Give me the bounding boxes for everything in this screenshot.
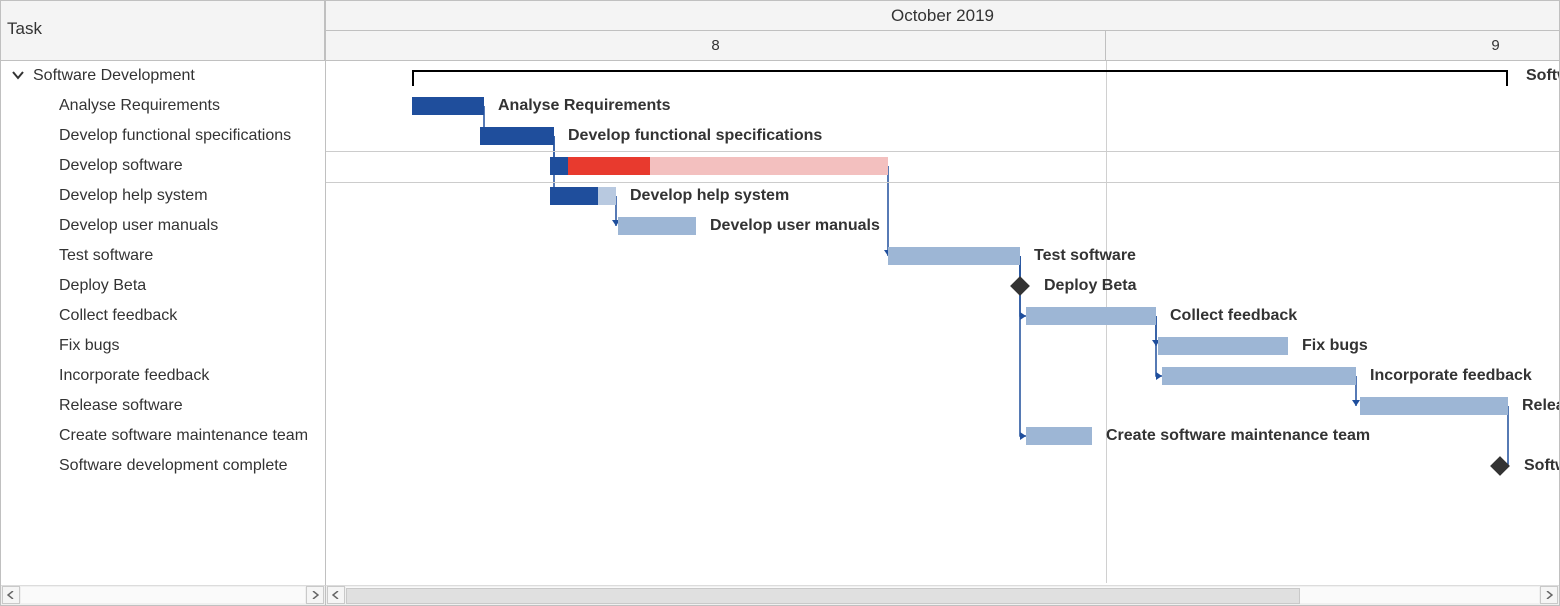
task-bar[interactable] bbox=[888, 247, 1020, 265]
scrollbar-track[interactable] bbox=[346, 587, 1539, 603]
bar-label: Create software maintenance team bbox=[1106, 427, 1370, 445]
timeline-header: October 2019 89 bbox=[326, 1, 1559, 61]
task-bar[interactable] bbox=[650, 157, 786, 175]
task-bar[interactable] bbox=[1162, 367, 1356, 385]
scroll-right-button[interactable] bbox=[1540, 586, 1558, 604]
scrollbar-thumb[interactable] bbox=[346, 588, 1300, 604]
bar-label: Develop help system bbox=[630, 187, 789, 205]
bar-label: Deploy Beta bbox=[1044, 277, 1136, 295]
task-bar[interactable] bbox=[1360, 397, 1508, 415]
tree-root[interactable]: Software Development bbox=[1, 61, 325, 91]
bar-label: Test software bbox=[1034, 247, 1136, 265]
tree-item[interactable]: Develop software bbox=[1, 151, 325, 181]
task-bar[interactable] bbox=[412, 97, 484, 115]
tree-item[interactable]: Incorporate feedback bbox=[1, 361, 325, 391]
task-bar[interactable] bbox=[1026, 307, 1156, 325]
task-bar[interactable] bbox=[550, 157, 568, 175]
task-panel: Task Software Development Analyse Require… bbox=[1, 1, 325, 605]
bar-label: Develop functional specifications bbox=[568, 127, 822, 145]
bar-label: Analyse Requirements bbox=[498, 97, 671, 115]
task-bar[interactable] bbox=[786, 157, 888, 175]
task-bar[interactable] bbox=[480, 127, 554, 145]
bar-label: Incorporate feedback bbox=[1370, 367, 1532, 385]
tree-item[interactable]: Deploy Beta bbox=[1, 271, 325, 301]
timeline-panel: October 2019 89 Software Development Anal… bbox=[325, 1, 1559, 605]
summary-bar[interactable] bbox=[412, 70, 1508, 82]
tree-item[interactable]: Software development complete bbox=[1, 451, 325, 481]
chevron-down-icon bbox=[11, 68, 25, 82]
tree-item[interactable]: Develop functional specifications bbox=[1, 121, 325, 151]
task-bar[interactable] bbox=[568, 157, 650, 175]
task-bar[interactable] bbox=[1026, 427, 1092, 445]
tree-item[interactable]: Release software bbox=[1, 391, 325, 421]
task-header: Task bbox=[1, 1, 325, 61]
chart-body[interactable]: Software Development Analyse Requirements… bbox=[326, 61, 1559, 583]
milestone[interactable] bbox=[1010, 276, 1030, 296]
tree-item[interactable]: Create software maintenance team bbox=[1, 421, 325, 451]
tree-item[interactable]: Develop help system bbox=[1, 181, 325, 211]
scrollbar-track[interactable] bbox=[21, 587, 305, 603]
bar-label: Software development complete bbox=[1524, 457, 1559, 475]
day-header: 9 bbox=[1106, 31, 1560, 61]
tree-item[interactable]: Develop user manuals bbox=[1, 211, 325, 241]
milestone[interactable] bbox=[1490, 456, 1510, 476]
timeline-scrollbar[interactable] bbox=[325, 585, 1559, 605]
task-bar[interactable] bbox=[1158, 337, 1288, 355]
tree-item[interactable]: Analyse Requirements bbox=[1, 91, 325, 121]
timeline-header-top: October 2019 bbox=[326, 1, 1559, 31]
task-panel-scrollbar[interactable] bbox=[1, 585, 325, 605]
task-bar[interactable] bbox=[618, 217, 696, 235]
gantt-chart: Task Software Development Analyse Require… bbox=[0, 0, 1560, 606]
timeline-header-days: 89 bbox=[326, 31, 1559, 61]
tree-root-label: Software Development bbox=[33, 67, 195, 84]
scroll-left-button[interactable] bbox=[2, 586, 20, 604]
task-bar[interactable] bbox=[598, 187, 616, 205]
tree-item[interactable]: Collect feedback bbox=[1, 301, 325, 331]
task-bar[interactable] bbox=[550, 187, 598, 205]
scroll-right-button[interactable] bbox=[306, 586, 324, 604]
bar-label: Fix bugs bbox=[1302, 337, 1368, 355]
bar-label: Release software bbox=[1522, 397, 1559, 415]
task-tree: Software Development Analyse Requirements… bbox=[1, 61, 325, 481]
tree-item[interactable]: Test software bbox=[1, 241, 325, 271]
bar-label: Develop user manuals bbox=[710, 217, 880, 235]
bar-label: Software Development bbox=[1526, 67, 1559, 85]
tree-item[interactable]: Fix bugs bbox=[1, 331, 325, 361]
scroll-left-button[interactable] bbox=[327, 586, 345, 604]
bar-label: Collect feedback bbox=[1170, 307, 1297, 325]
day-header: 8 bbox=[326, 31, 1106, 61]
